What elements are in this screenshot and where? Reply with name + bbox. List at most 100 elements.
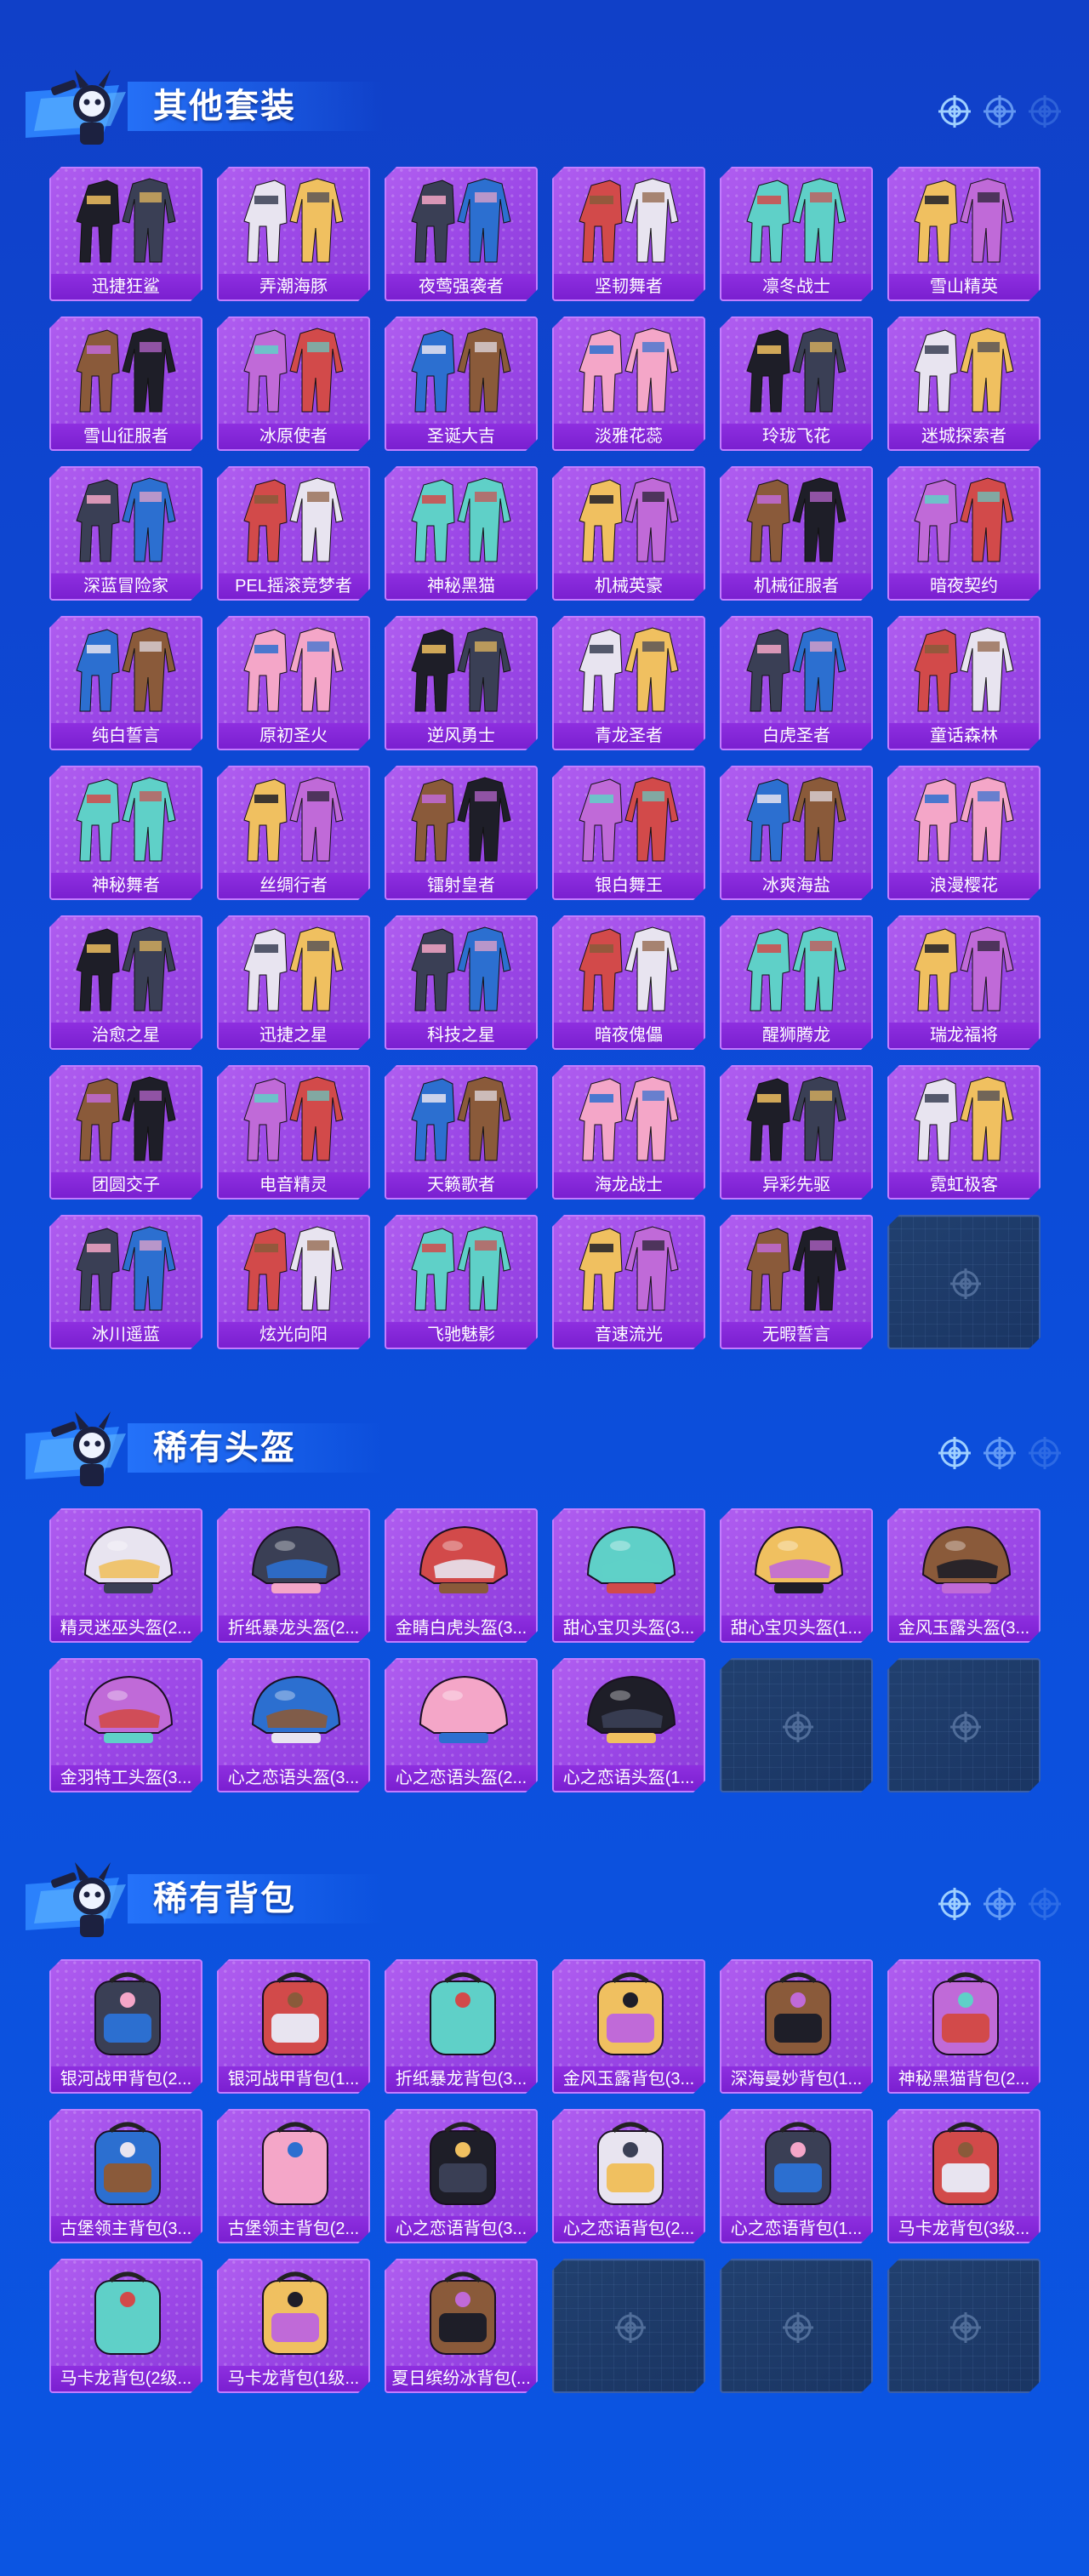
item-card[interactable]: 无暇誓言 [720, 1215, 873, 1349]
item-card[interactable]: 机械征服者 [720, 466, 873, 601]
item-name: 心之恋语头盔(1... [554, 1765, 704, 1791]
item-card[interactable]: 心之恋语背包(3... [385, 2109, 538, 2243]
item-card[interactable]: 夜莺强袭者 [385, 167, 538, 301]
item-card[interactable]: 雪山精英 [887, 167, 1041, 301]
item-card[interactable]: 电音精灵 [217, 1065, 370, 1200]
item-card[interactable]: 霓虹极客 [887, 1065, 1041, 1200]
item-card[interactable]: 银白舞王 [552, 766, 705, 900]
item-card[interactable]: 机械英豪 [552, 466, 705, 601]
helmet-icon [237, 1515, 353, 1610]
target-crosshair-icon [938, 1888, 971, 1920]
item-card[interactable]: 金风玉露头盔(3... [887, 1508, 1041, 1643]
helmet-icon [70, 1665, 185, 1760]
outfit-icon [237, 772, 353, 868]
item-name: 玲珑飞花 [721, 424, 871, 449]
item-card[interactable]: 心之恋语背包(2... [552, 2109, 705, 2243]
item-card[interactable]: 丝绸行者 [217, 766, 370, 900]
item-card[interactable]: 折纸暴龙背包(3... [385, 1959, 538, 2094]
item-name: 神秘黑猫背包(2... [889, 2066, 1039, 2092]
item-card[interactable]: 瑞龙福将 [887, 915, 1041, 1050]
item-card[interactable]: 镭射皇者 [385, 766, 538, 900]
item-card[interactable]: 深蓝冒险家 [49, 466, 202, 601]
item-card[interactable]: 神秘舞者 [49, 766, 202, 900]
item-name: 浪漫樱花 [889, 873, 1039, 898]
item-card[interactable]: 马卡龙背包(2级... [49, 2259, 202, 2393]
item-card[interactable]: 白虎圣者 [720, 616, 873, 750]
item-card[interactable]: 凛冬战士 [720, 167, 873, 301]
item-card[interactable]: 暗夜傀儡 [552, 915, 705, 1050]
item-card[interactable]: 折纸暴龙头盔(2... [217, 1508, 370, 1643]
target-crosshair-icon [984, 1437, 1016, 1469]
section-deco-icons [938, 1437, 1061, 1469]
item-card[interactable]: 甜心宝贝头盔(3... [552, 1508, 705, 1643]
outfit-icon [573, 1222, 688, 1317]
item-card[interactable]: 银河战甲背包(1... [217, 1959, 370, 2094]
item-card[interactable]: 心之恋语头盔(1... [552, 1658, 705, 1792]
item-name: 深蓝冒险家 [51, 573, 201, 599]
item-card[interactable]: 古堡领主背包(3... [49, 2109, 202, 2243]
empty-slot [720, 2259, 873, 2393]
item-card[interactable]: 童话森林 [887, 616, 1041, 750]
item-card[interactable]: 神秘黑猫 [385, 466, 538, 601]
item-card[interactable]: 科技之星 [385, 915, 538, 1050]
outfit-icon [70, 1222, 185, 1317]
item-name: 金羽特工头盔(3... [51, 1765, 201, 1791]
item-card[interactable]: 浪漫樱花 [887, 766, 1041, 900]
backpack-icon [237, 2116, 353, 2211]
item-card[interactable]: 古堡领主背包(2... [217, 2109, 370, 2243]
item-card[interactable]: 迅捷之星 [217, 915, 370, 1050]
item-card[interactable]: 雪山征服者 [49, 316, 202, 451]
item-card[interactable]: 马卡龙背包(1级... [217, 2259, 370, 2393]
item-card[interactable]: 天籁歌者 [385, 1065, 538, 1200]
item-name: 丝绸行者 [219, 873, 368, 898]
item-card[interactable]: 冰原使者 [217, 316, 370, 451]
item-card[interactable]: 冰川遥蓝 [49, 1215, 202, 1349]
item-card[interactable]: 炫光向阳 [217, 1215, 370, 1349]
item-name: 冰川遥蓝 [51, 1322, 201, 1348]
item-card[interactable]: 迷城探索者 [887, 316, 1041, 451]
item-card[interactable]: 迅捷狂鲨 [49, 167, 202, 301]
item-card[interactable]: 海龙战士 [552, 1065, 705, 1200]
item-card[interactable]: PEL摇滚竞梦者 [217, 466, 370, 601]
item-card[interactable]: 夏日缤纷冰背包(... [385, 2259, 538, 2393]
item-card[interactable]: 圣诞大吉 [385, 316, 538, 451]
item-card[interactable]: 团圆交子 [49, 1065, 202, 1200]
outfit-icon [740, 473, 856, 568]
helmet-icon [573, 1665, 688, 1760]
item-card[interactable]: 弄潮海豚 [217, 167, 370, 301]
item-card[interactable]: 精灵迷巫头盔(2... [49, 1508, 202, 1643]
item-card[interactable]: 冰爽海盐 [720, 766, 873, 900]
item-card[interactable]: 原初圣火 [217, 616, 370, 750]
item-card[interactable]: 甜心宝贝头盔(1... [720, 1508, 873, 1643]
outfit-icon [237, 1072, 353, 1167]
item-card[interactable]: 马卡龙背包(3级... [887, 2109, 1041, 2243]
item-card[interactable]: 神秘黑猫背包(2... [887, 1959, 1041, 2094]
item-card[interactable]: 醒狮腾龙 [720, 915, 873, 1050]
item-card[interactable]: 心之恋语背包(1... [720, 2109, 873, 2243]
item-card[interactable]: 飞驰魅影 [385, 1215, 538, 1349]
item-card[interactable]: 金羽特工头盔(3... [49, 1658, 202, 1792]
item-card[interactable]: 心之恋语头盔(2... [385, 1658, 538, 1792]
item-card[interactable]: 治愈之星 [49, 915, 202, 1050]
item-card[interactable]: 心之恋语头盔(3... [217, 1658, 370, 1792]
outfit-icon [405, 772, 521, 868]
item-card[interactable]: 逆风勇士 [385, 616, 538, 750]
target-crosshair-icon [1029, 1888, 1061, 1920]
item-card[interactable]: 坚韧舞者 [552, 167, 705, 301]
item-card[interactable]: 玲珑飞花 [720, 316, 873, 451]
item-card[interactable]: 淡雅花蕊 [552, 316, 705, 451]
item-name: 醒狮腾龙 [721, 1023, 871, 1048]
item-card[interactable]: 金风玉露背包(3... [552, 1959, 705, 2094]
item-name: 心之恋语头盔(2... [386, 1765, 536, 1791]
backpack-icon [405, 2116, 521, 2211]
item-card[interactable]: 音速流光 [552, 1215, 705, 1349]
item-card[interactable]: 暗夜契约 [887, 466, 1041, 601]
item-card[interactable]: 异彩先驱 [720, 1065, 873, 1200]
item-card[interactable]: 深海曼妙背包(1... [720, 1959, 873, 2094]
item-card[interactable]: 青龙圣者 [552, 616, 705, 750]
helmet-icon [237, 1665, 353, 1760]
item-card[interactable]: 金睛白虎头盔(3... [385, 1508, 538, 1643]
item-card[interactable]: 银河战甲背包(2... [49, 1959, 202, 2094]
item-card[interactable]: 纯白誓言 [49, 616, 202, 750]
outfit-icon [70, 473, 185, 568]
